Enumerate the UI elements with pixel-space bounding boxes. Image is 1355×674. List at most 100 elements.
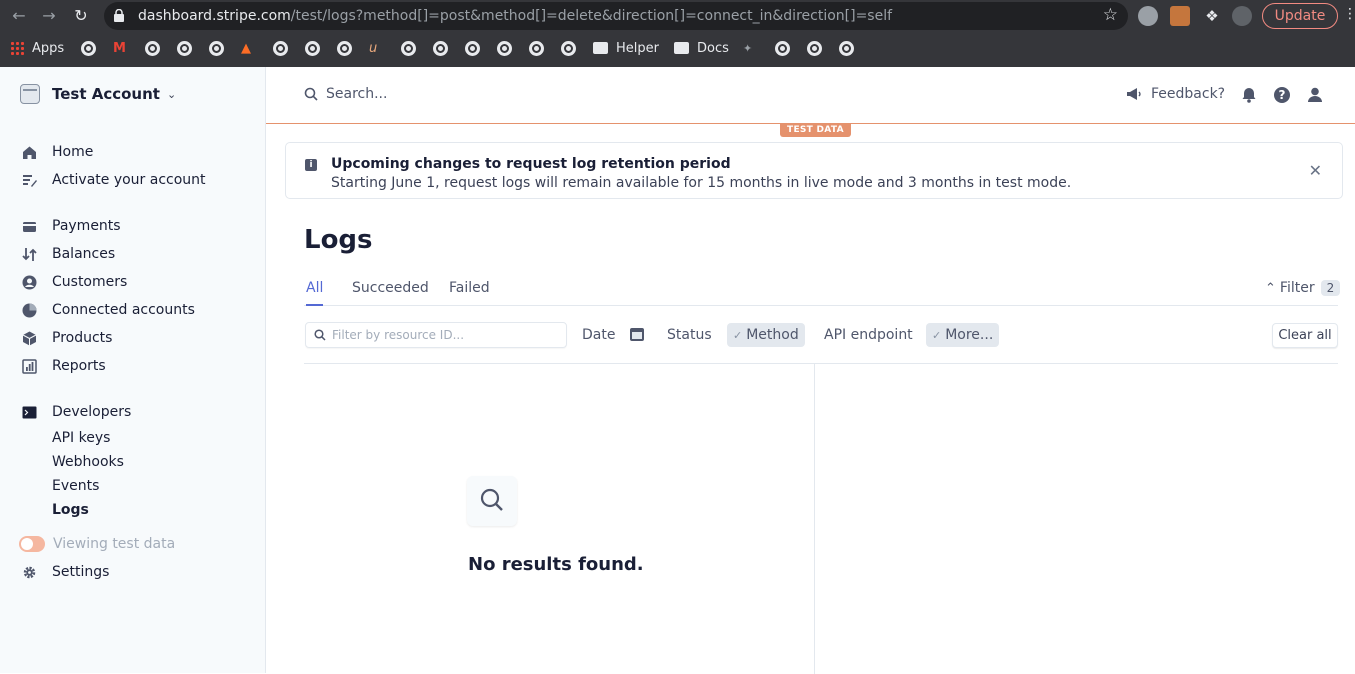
page-title: Logs [304,225,373,255]
user-icon[interactable] [1306,86,1324,104]
bookmark-helper-label: Helper [616,40,659,56]
globe-icon [209,40,224,56]
sidebar-item-balances[interactable]: Balances [22,243,115,265]
customers-icon [22,275,37,289]
apps-grid-icon [10,41,24,55]
forward-icon[interactable]: → [37,4,61,28]
sidebar-item-developers[interactable]: Developers [22,401,131,423]
extensions-puzzle-icon[interactable]: ❖ [1202,6,1222,26]
resource-id-filter[interactable] [305,322,567,348]
filter-chip-status[interactable]: Status [661,323,718,347]
bookmark-globe-11[interactable] [497,39,512,57]
main-content: Search... Feedback? ? TEST DATA i Upcomi… [266,67,1355,674]
chevron-up-icon: ⌃ [1265,280,1276,296]
bookmark-apps-label: Apps [32,40,65,56]
sidebar-item-label: Reports [52,358,106,374]
globe-icon [433,40,448,56]
profile-avatar-icon[interactable] [1232,6,1252,26]
filter-toggle-button[interactable]: ⌃ Filter 2 [1265,280,1341,296]
empty-state-message: No results found. [468,554,644,575]
bookmark-globe-1[interactable] [81,39,96,57]
bookmark-globe-15[interactable] [807,39,822,57]
activate-icon [23,174,37,187]
sidebar-item-payments[interactable]: Payments [22,215,121,237]
sidebar-item-reports[interactable]: Reports [22,355,106,377]
grammarly-extension-icon[interactable] [1138,6,1158,26]
bookmark-globe-4[interactable] [209,39,224,57]
filter-count-badge: 2 [1320,280,1341,296]
sidebar-subitem-logs[interactable]: Logs [52,502,89,518]
clear-all-button[interactable]: Clear all [1272,323,1338,348]
globe-icon [145,40,160,56]
test-data-toggle[interactable]: Viewing test data [19,533,175,555]
filter-chip-api-endpoint[interactable]: API endpoint [818,323,919,347]
tab-failed[interactable]: Failed [449,280,490,296]
bookmark-gitlab[interactable]: ▲ [241,39,251,57]
bookmark-globe-16[interactable] [839,39,854,57]
bookmark-globe-10[interactable] [465,39,480,57]
globe-icon [305,40,320,56]
bookmark-globe-14[interactable] [775,39,790,57]
tab-all[interactable]: All [306,280,324,306]
globe-icon [807,40,822,56]
tab-succeeded[interactable]: Succeeded [352,280,429,296]
globe-icon [401,40,416,56]
sidebar-subitem-api-keys[interactable]: API keys [52,430,110,446]
svg-text:?: ? [1279,88,1286,102]
resource-id-input[interactable] [332,326,562,344]
bookmark-globe-3[interactable] [177,39,192,57]
banner-text: Starting June 1, request logs will remai… [331,175,1072,191]
account-switcher[interactable]: Test Account ⌄ [20,84,176,104]
bookmark-globe-8[interactable] [401,39,416,57]
bookmark-globe-6[interactable] [305,39,320,57]
bookmark-globe-12[interactable] [529,39,544,57]
sidebar-subitem-webhooks[interactable]: Webhooks [52,454,124,470]
calendar-icon[interactable] [630,328,644,341]
back-icon[interactable]: ← [7,4,31,28]
bookmark-bird[interactable]: ✦ [743,39,752,57]
sidebar-item-activate-account[interactable]: Activate your account [22,169,206,191]
sidebar-item-label: Connected accounts [52,302,195,318]
bookmark-apps[interactable]: Apps [10,39,64,57]
reload-icon[interactable]: ↻ [69,4,93,28]
help-icon[interactable]: ? [1273,86,1291,104]
feedback-button[interactable]: Feedback? [1126,86,1225,102]
sidebar-subitem-events[interactable]: Events [52,478,99,494]
bookmark-globe-9[interactable] [433,39,448,57]
close-icon[interactable]: ✕ [1309,161,1322,180]
filter-chip-method[interactable]: ✓ Method [727,323,805,347]
log-tabs: All Succeeded Failed ⌃ Filter 2 [304,271,1341,306]
bookmark-globe-2[interactable] [145,39,160,57]
sidebar-item-home[interactable]: Home [22,141,93,163]
browser-menu-icon[interactable]: ⋮ [1343,6,1355,22]
browser-update-button[interactable]: Update [1262,3,1338,29]
pixel-extension-icon[interactable] [1170,6,1190,26]
info-icon: i [305,159,317,171]
banner-title: Upcoming changes to request log retentio… [331,156,731,172]
payments-icon [23,221,36,232]
sidebar-item-connected-accounts[interactable]: Connected accounts [22,299,195,321]
bookmark-globe-5[interactable] [273,39,288,57]
bookmark-u[interactable]: u [369,39,377,57]
bookmark-globe-13[interactable] [561,39,576,57]
bookmark-gmail[interactable]: M [113,39,126,57]
bookmark-folder-docs[interactable]: Docs [674,39,729,57]
filter-chip-label: Status [667,327,712,343]
filter-chip-date[interactable]: Date [576,323,621,347]
terminal-icon [22,406,37,418]
sidebar-item-customers[interactable]: Customers [22,271,127,293]
bird-icon: ✦ [743,41,753,55]
address-bar[interactable]: dashboard.stripe.com/test/logs?method[]=… [104,2,1128,30]
toggle-switch[interactable] [19,536,45,552]
globe-icon [465,40,480,56]
sidebar-item-products[interactable]: Products [22,327,112,349]
global-search[interactable]: Search... [304,86,387,102]
reports-icon [22,358,37,374]
bell-icon[interactable] [1240,86,1258,104]
filter-chip-more[interactable]: ✓ More... [926,323,1000,347]
bookmark-folder-helper[interactable]: Helper [593,39,659,57]
globe-icon [529,40,544,56]
bookmark-globe-7[interactable] [337,39,352,57]
bookmark-star-icon[interactable]: ☆ [1103,5,1118,25]
sidebar-item-settings[interactable]: Settings [22,561,109,583]
